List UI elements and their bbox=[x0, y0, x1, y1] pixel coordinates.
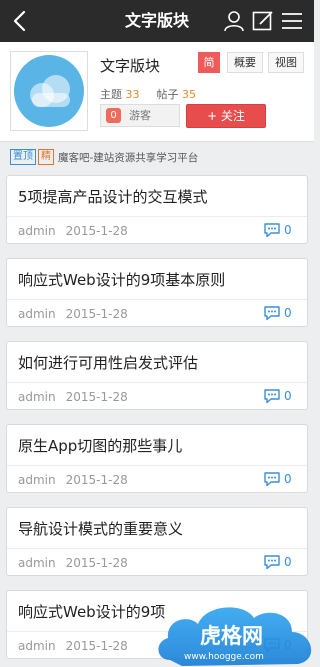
post-card[interactable]: 原生App切图的那些事儿 admin 2015-1-28 0 bbox=[6, 424, 308, 493]
comment-number: 0 bbox=[284, 472, 292, 486]
overview-tab[interactable]: 概要 bbox=[227, 52, 263, 73]
post-date: 2015-1-28 bbox=[65, 556, 128, 570]
post-date: 2015-1-28 bbox=[65, 307, 128, 321]
post-meta: admin 2015-1-28 bbox=[18, 639, 128, 653]
topics-count: 33 bbox=[125, 88, 140, 101]
forum-header: 文字版块 简 概要 视图 主题 33 帖子 35 0 游客 + 关注 bbox=[0, 42, 314, 142]
post-meta: admin 2015-1-28 bbox=[18, 390, 128, 404]
pinned-notice[interactable]: 置顶精魔客吧-建站资源共享学习平台 bbox=[10, 149, 198, 167]
post-date: 2015-1-28 bbox=[65, 390, 128, 404]
post-title[interactable]: 原生App切图的那些事儿 bbox=[18, 435, 182, 456]
post-title[interactable]: 响应式Web设计的9项基本原则 bbox=[18, 269, 225, 290]
comment-bubble-icon bbox=[264, 306, 280, 321]
topics-label: 主题 bbox=[100, 88, 122, 101]
guest-label: 游客 bbox=[129, 109, 151, 122]
featured-badge: 精 bbox=[38, 149, 54, 165]
guest-count-badge: 0 bbox=[106, 108, 121, 123]
guest-box: 0 游客 bbox=[100, 104, 180, 127]
comment-count[interactable]: 0 bbox=[263, 553, 297, 571]
simplified-tag[interactable]: 简 bbox=[198, 52, 220, 73]
post-author: admin bbox=[18, 390, 56, 404]
menu-icon[interactable] bbox=[280, 9, 304, 33]
notice-text: 魔客吧-建站资源共享学习平台 bbox=[58, 151, 199, 164]
posts-label: 帖子 bbox=[156, 88, 179, 101]
post-author: admin bbox=[18, 639, 56, 653]
posts-count: 35 bbox=[182, 88, 196, 101]
post-card[interactable]: 响应式Web设计的9项基本原则 admin 2015-1-28 0 bbox=[6, 258, 308, 327]
comment-bubble-icon bbox=[264, 223, 280, 238]
post-meta: admin 2015-1-28 bbox=[18, 224, 128, 238]
comment-bubble-icon bbox=[264, 472, 280, 487]
comment-count[interactable]: 0 bbox=[263, 304, 297, 322]
view-tab[interactable]: 视图 bbox=[268, 52, 304, 73]
comment-number: 0 bbox=[284, 223, 292, 237]
edit-icon[interactable] bbox=[251, 9, 275, 33]
post-card[interactable]: 如何进行可用性启发式评估 admin 2015-1-28 0 bbox=[6, 341, 308, 410]
user-icon[interactable] bbox=[222, 9, 246, 33]
pinned-badge: 置顶 bbox=[10, 149, 36, 165]
top-bar: 文字版块 bbox=[0, 0, 314, 42]
post-author: admin bbox=[18, 473, 56, 487]
follow-button[interactable]: + 关注 bbox=[186, 104, 266, 128]
post-title[interactable]: 导航设计模式的重要意义 bbox=[18, 518, 183, 539]
post-meta: admin 2015-1-28 bbox=[18, 307, 128, 321]
forum-stats: 主题 33 帖子 35 bbox=[100, 86, 196, 102]
post-author: admin bbox=[18, 307, 56, 321]
cloud-icon bbox=[30, 75, 70, 107]
comment-bubble-icon bbox=[264, 389, 280, 404]
post-meta: admin 2015-1-28 bbox=[18, 473, 128, 487]
comment-count[interactable]: 0 bbox=[263, 470, 297, 488]
post-card[interactable]: 导航设计模式的重要意义 admin 2015-1-28 0 bbox=[6, 507, 308, 576]
post-date: 2015-1-28 bbox=[65, 639, 128, 653]
post-date: 2015-1-28 bbox=[65, 473, 128, 487]
post-title[interactable]: 如何进行可用性启发式评估 bbox=[18, 352, 198, 373]
post-author: admin bbox=[18, 224, 56, 238]
back-arrow-icon[interactable] bbox=[6, 6, 36, 36]
watermark-url: www.hoogge.com bbox=[184, 652, 264, 662]
comment-number: 0 bbox=[284, 555, 292, 569]
post-card[interactable]: 5项提高产品设计的交互模式 admin 2015-1-28 0 bbox=[6, 175, 308, 244]
watermark-name: 虎格网 bbox=[200, 624, 263, 648]
comment-number: 0 bbox=[284, 389, 292, 403]
forum-avatar bbox=[10, 51, 88, 131]
comment-count[interactable]: 0 bbox=[263, 221, 297, 239]
post-author: admin bbox=[18, 556, 56, 570]
comment-count[interactable]: 0 bbox=[263, 387, 297, 405]
comment-number: 0 bbox=[284, 306, 292, 320]
post-date: 2015-1-28 bbox=[65, 224, 128, 238]
comment-bubble-icon bbox=[264, 555, 280, 570]
post-meta: admin 2015-1-28 bbox=[18, 556, 128, 570]
post-title[interactable]: 响应式Web设计的9项 bbox=[18, 601, 165, 622]
post-title[interactable]: 5项提高产品设计的交互模式 bbox=[18, 186, 208, 207]
watermark-logo: 虎格网 www.hoogge.com bbox=[158, 607, 312, 666]
forum-name: 文字版块 bbox=[100, 57, 161, 75]
